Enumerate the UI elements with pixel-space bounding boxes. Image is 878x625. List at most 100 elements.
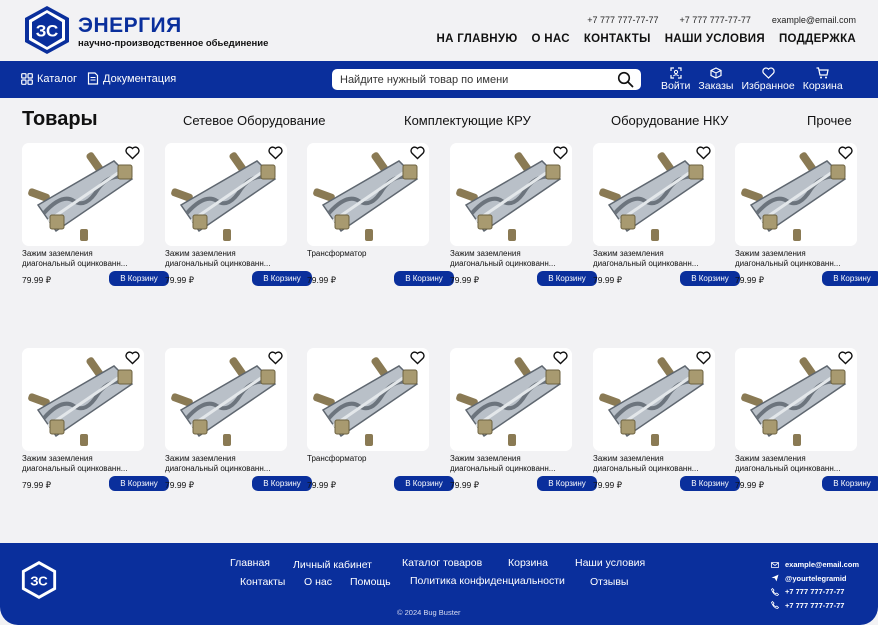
product-card[interactable]: Зажим заземления диагональный оцинкованн… (22, 143, 169, 289)
footer-email-row[interactable]: example@email.com (771, 558, 859, 572)
product-card[interactable]: Зажим заземления диагональный оцинкованн… (593, 143, 740, 289)
product-name[interactable]: Зажим заземления диагональный оцинкованн… (22, 454, 144, 474)
add-to-cart-button[interactable]: В Корзину (822, 271, 878, 286)
favorite-heart-icon[interactable] (410, 351, 425, 365)
product-image-frame[interactable] (593, 348, 715, 451)
header-phone-1[interactable]: +7 777 777-77-77 (587, 15, 658, 25)
add-to-cart-button[interactable]: В Корзину (109, 271, 169, 286)
footer-link-terms[interactable]: Наши условия (575, 557, 645, 569)
header-phone-2[interactable]: +7 777 777-77-77 (680, 15, 751, 25)
product-image-frame[interactable] (450, 143, 572, 246)
nav-about[interactable]: О НАС (532, 33, 570, 45)
product-image-frame[interactable] (450, 348, 572, 451)
favorite-heart-icon[interactable] (125, 351, 140, 365)
product-name[interactable]: Зажим заземления диагональный оцинкованн… (735, 249, 857, 269)
product-image-frame[interactable] (307, 348, 429, 451)
footer-logo-icon[interactable]: ЗС (20, 560, 58, 600)
product-name[interactable]: Трансформатор (307, 454, 429, 464)
favorite-button[interactable] (410, 146, 425, 165)
favorite-heart-icon[interactable] (838, 146, 853, 160)
footer-link-contacts[interactable]: Контакты (240, 576, 285, 588)
favorite-button[interactable] (553, 351, 568, 370)
search-icon[interactable] (617, 71, 634, 88)
favorite-button[interactable] (838, 351, 853, 370)
footer-phone-row-2[interactable]: +7 777 777-77-77 (771, 599, 859, 613)
product-card[interactable]: Зажим заземления диагональный оцинкованн… (450, 143, 597, 289)
footer-link-home[interactable]: Главная (230, 557, 270, 569)
product-card[interactable]: Трансформатор 79.99 ₽ В Корзину (307, 348, 454, 494)
footer-link-cart[interactable]: Корзина (508, 557, 548, 569)
orders-button[interactable]: Заказы (698, 67, 733, 92)
favorites-button[interactable]: Избранное (741, 67, 795, 92)
add-to-cart-button[interactable]: В Корзину (537, 271, 597, 286)
favorite-heart-icon[interactable] (268, 146, 283, 160)
product-name[interactable]: Зажим заземления диагональный оцинкованн… (450, 454, 572, 474)
favorite-button[interactable] (410, 351, 425, 370)
product-name[interactable]: Зажим заземления диагональный оцинкованн… (22, 249, 144, 269)
product-name[interactable]: Зажим заземления диагональный оцинкованн… (165, 249, 287, 269)
favorite-heart-icon[interactable] (696, 146, 711, 160)
product-image-frame[interactable] (307, 143, 429, 246)
search-input[interactable] (340, 73, 610, 86)
product-image-frame[interactable] (165, 348, 287, 451)
add-to-cart-button[interactable]: В Корзину (109, 476, 169, 491)
product-name[interactable]: Зажим заземления диагональный оцинкованн… (735, 454, 857, 474)
add-to-cart-button[interactable]: В Корзину (394, 271, 454, 286)
favorite-button[interactable] (268, 146, 283, 165)
favorite-heart-icon[interactable] (553, 351, 568, 365)
favorite-button[interactable] (125, 351, 140, 370)
favorite-button[interactable] (696, 146, 711, 165)
product-card[interactable]: Зажим заземления диагональный оцинкованн… (450, 348, 597, 494)
footer-link-help[interactable]: Помощь (350, 576, 391, 588)
add-to-cart-button[interactable]: В Корзину (537, 476, 597, 491)
product-name[interactable]: Зажим заземления диагональный оцинкованн… (593, 249, 715, 269)
product-name[interactable]: Зажим заземления диагональный оцинкованн… (593, 454, 715, 474)
product-card[interactable]: Зажим заземления диагональный оцинкованн… (593, 348, 740, 494)
category-kru[interactable]: Комплектующие КРУ (404, 113, 531, 128)
footer-telegram-row[interactable]: @yourtelegramid (771, 572, 859, 586)
add-to-cart-button[interactable]: В Корзину (680, 476, 740, 491)
add-to-cart-button[interactable]: В Корзину (822, 476, 878, 491)
add-to-cart-button[interactable]: В Корзину (394, 476, 454, 491)
favorite-heart-icon[interactable] (838, 351, 853, 365)
favorite-button[interactable] (838, 146, 853, 165)
nav-contacts[interactable]: КОНТАКТЫ (584, 33, 651, 45)
footer-link-privacy[interactable]: Политика конфиденциальности (410, 575, 565, 587)
product-card[interactable]: Зажим заземления диагональный оцинкованн… (735, 348, 878, 494)
favorite-button[interactable] (696, 351, 711, 370)
product-name[interactable]: Зажим заземления диагональный оцинкованн… (450, 249, 572, 269)
nav-terms[interactable]: НАШИ УСЛОВИЯ (665, 33, 765, 45)
category-other[interactable]: Прочее (807, 113, 852, 128)
nav-support[interactable]: ПОДДЕРЖКА (779, 33, 856, 45)
footer-phone-row-1[interactable]: +7 777 777-77-77 (771, 585, 859, 599)
favorite-heart-icon[interactable] (268, 351, 283, 365)
product-image-frame[interactable] (22, 143, 144, 246)
product-card[interactable]: Зажим заземления диагональный оцинкованн… (165, 348, 312, 494)
product-image-frame[interactable] (22, 348, 144, 451)
favorite-heart-icon[interactable] (410, 146, 425, 160)
favorite-button[interactable] (553, 146, 568, 165)
favorite-heart-icon[interactable] (125, 146, 140, 160)
footer-link-about[interactable]: О нас (304, 576, 332, 588)
nav-home[interactable]: НА ГЛАВНУЮ (436, 33, 517, 45)
category-network[interactable]: Сетевое Оборудование (183, 113, 325, 128)
product-image-frame[interactable] (165, 143, 287, 246)
documentation-button[interactable]: Документация (87, 72, 176, 85)
login-button[interactable]: Войти (661, 67, 690, 92)
footer-link-catalog[interactable]: Каталог товаров (402, 557, 482, 569)
product-image-frame[interactable] (735, 143, 857, 246)
add-to-cart-button[interactable]: В Корзину (680, 271, 740, 286)
favorite-button[interactable] (125, 146, 140, 165)
brand-logo-icon[interactable]: ЗС (22, 5, 72, 55)
product-card[interactable]: Зажим заземления диагональный оцинкованн… (735, 143, 878, 289)
footer-link-account[interactable]: Личный кабинет (293, 559, 372, 571)
catalog-button[interactable]: Каталог (21, 72, 77, 85)
footer-link-reviews[interactable]: Отзывы (590, 576, 628, 588)
add-to-cart-button[interactable]: В Корзину (252, 271, 312, 286)
favorite-heart-icon[interactable] (696, 351, 711, 365)
product-card[interactable]: Зажим заземления диагональный оцинкованн… (165, 143, 312, 289)
product-image-frame[interactable] (735, 348, 857, 451)
product-name[interactable]: Трансформатор (307, 249, 429, 259)
add-to-cart-button[interactable]: В Корзину (252, 476, 312, 491)
product-card[interactable]: Трансформатор 79.99 ₽ В Корзину (307, 143, 454, 289)
